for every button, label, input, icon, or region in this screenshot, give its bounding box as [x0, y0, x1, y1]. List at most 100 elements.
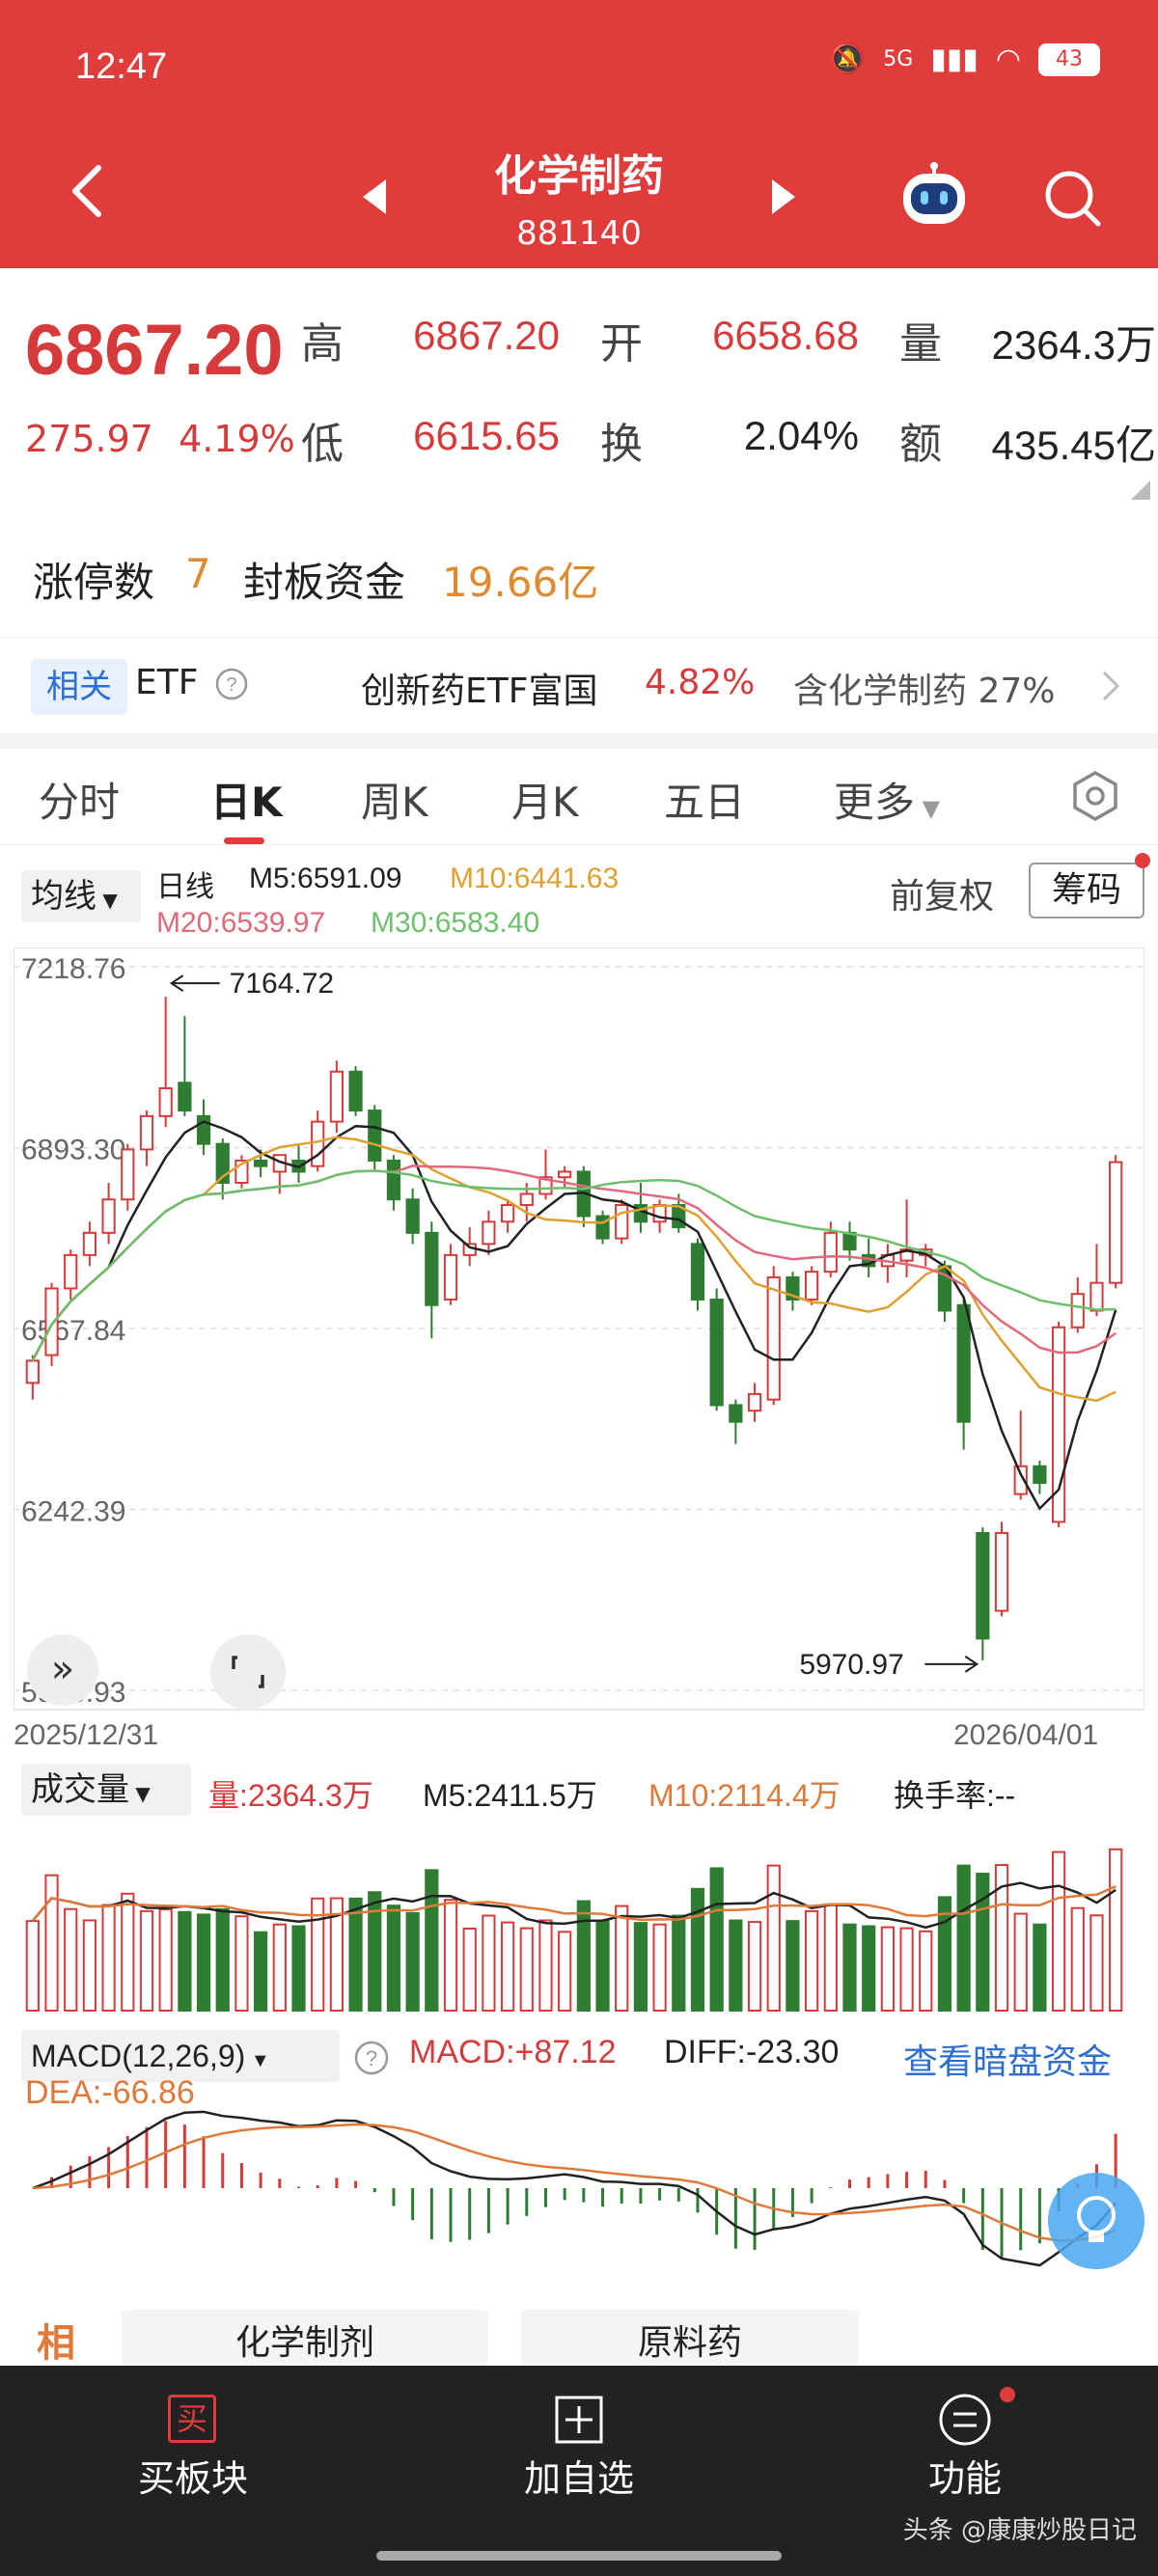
fast-forward-icon[interactable]: » — [27, 1634, 98, 1706]
lightbulb-icon — [1077, 2196, 1116, 2242]
volume-bar — [862, 1925, 876, 2012]
volume-bar — [747, 1921, 762, 2012]
turnover-rate: 换手率:-- — [894, 1778, 1016, 1813]
caret-down-icon: ▼ — [129, 1782, 151, 1805]
function-label: 功能 — [927, 2457, 1002, 2500]
fullscreen-button[interactable] — [210, 1634, 286, 1710]
battery-icon: 43 — [1038, 42, 1100, 76]
tab-five-day[interactable]: 五日 — [664, 770, 745, 829]
volume-bar — [405, 1911, 420, 2012]
volume-bar — [899, 1927, 914, 2012]
help-icon[interactable]: ? — [353, 2040, 390, 2076]
ma20-line — [31, 1165, 1117, 1361]
expand-corner-icon[interactable] — [1131, 480, 1150, 500]
settings-icon[interactable] — [1071, 770, 1119, 822]
dea-line — [32, 2123, 1117, 2242]
volume-chart[interactable] — [14, 1818, 1144, 2016]
high-annotation: 7164.72 — [230, 968, 334, 1000]
notification-dot — [1135, 853, 1150, 868]
volume-bar — [729, 1919, 743, 2012]
candle-body — [956, 1303, 971, 1423]
volume-bar — [595, 1920, 610, 2012]
volume-bar — [672, 1914, 686, 2012]
candle-body — [482, 1220, 496, 1246]
related-tag: 相 — [37, 2321, 75, 2366]
volume-bar — [82, 1919, 97, 2012]
limit-count-value: 7 — [185, 550, 211, 597]
related-etf-row[interactable]: 相关 ETF ? 创新药ETF富国 4.82% 含化学制药 27% — [0, 637, 1158, 733]
chip-distribution-button[interactable]: 筹码 — [1029, 863, 1144, 918]
tab-more-label: 更多 — [834, 779, 916, 826]
volume-bar — [101, 1904, 116, 2012]
status-time: 12:47 — [75, 46, 168, 87]
tab-daily-k[interactable]: 日K — [210, 770, 283, 829]
robot-assistant-icon[interactable] — [897, 162, 971, 228]
candle-body — [823, 1231, 838, 1274]
sector-code: 881140 — [516, 214, 642, 253]
active-tab-indicator — [224, 837, 264, 844]
candle-body — [178, 1082, 192, 1112]
adjust-mode[interactable]: 前复权 — [890, 868, 994, 918]
candlestick-chart[interactable]: 7218.766893.306567.846242.395916.93 7164… — [14, 947, 1144, 1719]
related-item-2[interactable]: 原料药 — [521, 2310, 859, 2366]
bottom-nav: 买 买板块 加自选 功能 头条 @康康炒股日记 — [0, 2366, 1158, 2576]
ma5-line — [31, 1120, 1117, 1511]
volume-bar — [538, 1919, 553, 2012]
notification-dot — [1000, 2387, 1015, 2402]
idea-floating-button[interactable] — [1048, 2173, 1144, 2269]
open-label: 开 — [600, 319, 643, 369]
mute-icon: 🔕 — [829, 42, 867, 76]
indicator-selector-label: 均线 — [31, 877, 96, 916]
candle-body — [348, 1070, 363, 1112]
svg-text:?: ? — [226, 674, 236, 696]
price-change: 275.97 4.19% — [25, 418, 295, 460]
volume-bar — [823, 1903, 838, 2012]
candle-body — [615, 1204, 629, 1240]
volume-selector[interactable]: 成交量 ▼ — [21, 1764, 191, 1816]
candle-body — [44, 1287, 59, 1357]
volume-ma5-line — [31, 1881, 1117, 1930]
seal-fund-label: 封板资金 — [243, 559, 406, 606]
indicator-selector[interactable]: 均线 ▼ — [21, 870, 141, 922]
candle-body — [64, 1253, 78, 1290]
candle-body — [805, 1271, 819, 1301]
search-icon[interactable] — [1042, 168, 1104, 230]
next-sector-icon[interactable] — [772, 179, 795, 214]
dark-pool-link[interactable]: 查看暗盘资金 — [903, 2034, 1112, 2084]
y-tick-label: 6893.30 — [21, 1135, 125, 1166]
wifi-icon: ◠ — [995, 42, 1021, 76]
volume-bar — [462, 1927, 477, 2012]
candle-body — [311, 1120, 325, 1167]
diff-line — [32, 2110, 1117, 2267]
home-indicator — [376, 2551, 782, 2561]
tab-intraday[interactable]: 分时 — [39, 770, 120, 829]
candle-body — [976, 1531, 990, 1640]
volume-bar — [196, 1913, 211, 2012]
m30-value: M30:6583.40 — [371, 907, 540, 939]
macd-chart[interactable] — [14, 2103, 1144, 2273]
fullscreen-icon — [232, 1656, 264, 1688]
volume-bar — [1089, 1914, 1104, 2012]
volume-value: 2364.3万 — [991, 322, 1156, 368]
candle-body — [729, 1404, 743, 1423]
volume-m5: M5:2411.5万 — [423, 1778, 597, 1813]
candle-body — [25, 1359, 40, 1384]
candle-body — [1070, 1293, 1085, 1329]
candle-body — [121, 1148, 135, 1201]
volume-bar — [690, 1887, 705, 2012]
related-item-1[interactable]: 化学制剂 — [122, 2310, 488, 2366]
volume-label: 量 — [899, 319, 942, 369]
candle-body — [994, 1531, 1009, 1612]
tab-weekly-k[interactable]: 周K — [361, 770, 428, 829]
volume-bar — [121, 1892, 135, 2012]
tab-more[interactable]: 更多 ▼ — [834, 770, 940, 829]
related-tag: 相关 — [31, 659, 127, 715]
date-end: 2026/04/01 — [953, 1719, 1099, 1751]
volume-bar — [500, 1921, 515, 2012]
volume-bar — [64, 1907, 78, 2012]
buy-icon: 买 — [168, 2395, 216, 2443]
ma10-line — [31, 1136, 1117, 1403]
help-icon[interactable]: ? — [214, 667, 249, 701]
related-sectors: 相 化学制剂 原料药 — [0, 2302, 1158, 2366]
tab-monthly-k[interactable]: 月K — [511, 770, 579, 829]
